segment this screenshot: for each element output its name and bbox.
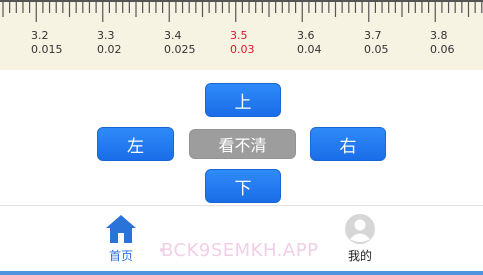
scale-line-value: 3.6 <box>297 29 315 42</box>
left-button[interactable]: 左 <box>97 127 174 161</box>
bottom-accent-bar <box>0 271 483 275</box>
down-button[interactable]: 下 <box>205 169 281 203</box>
scale-column: 3.7 0.05 <box>364 29 424 57</box>
scale-acuity-value: 0.03 <box>230 43 255 56</box>
scale-acuity-value: 0.05 <box>364 43 389 56</box>
scale-line-value: 3.7 <box>364 29 382 42</box>
scale-column: 3.2 0.015 <box>31 29 91 57</box>
tab-mine[interactable]: 我的 <box>320 213 400 264</box>
home-icon <box>106 215 136 243</box>
cannot-see-button[interactable]: 看不清 <box>189 129 296 159</box>
scale-acuity-value: 0.04 <box>297 43 322 56</box>
scale-column: 3.6 0.04 <box>297 29 357 57</box>
scale-acuity-value: 0.06 <box>430 43 455 56</box>
scale-column-selected: 3.5 0.03 <box>230 29 290 57</box>
tab-home[interactable]: 首页 <box>81 213 161 264</box>
scale-line-value: 3.3 <box>97 29 115 42</box>
scale-column: 3.4 0.025 <box>164 29 224 57</box>
acuity-ruler[interactable]: 3.2 0.015 3.3 0.02 3.4 0.025 3.5 0.03 3.… <box>0 0 483 70</box>
ruler-ticks <box>0 0 483 22</box>
scale-line-value: 3.8 <box>430 29 448 42</box>
scale-acuity-value: 0.02 <box>97 43 122 56</box>
scale-line-value: 3.2 <box>31 29 49 42</box>
watermark-text: BCK9SEMKH.APP <box>161 240 319 261</box>
tab-mine-label: 我的 <box>347 249 372 263</box>
scale-column: 3.3 0.02 <box>97 29 157 57</box>
avatar-icon <box>345 214 375 244</box>
right-button[interactable]: 右 <box>310 127 386 161</box>
scale-acuity-value: 0.015 <box>31 43 63 56</box>
scale-line-value: 3.4 <box>164 29 182 42</box>
scale-line-value: 3.5 <box>230 29 248 42</box>
scale-column: 3.8 0.06 <box>430 29 483 57</box>
scale-acuity-value: 0.025 <box>164 43 196 56</box>
up-button[interactable]: 上 <box>205 83 281 117</box>
tab-home-label: 首页 <box>108 249 133 263</box>
